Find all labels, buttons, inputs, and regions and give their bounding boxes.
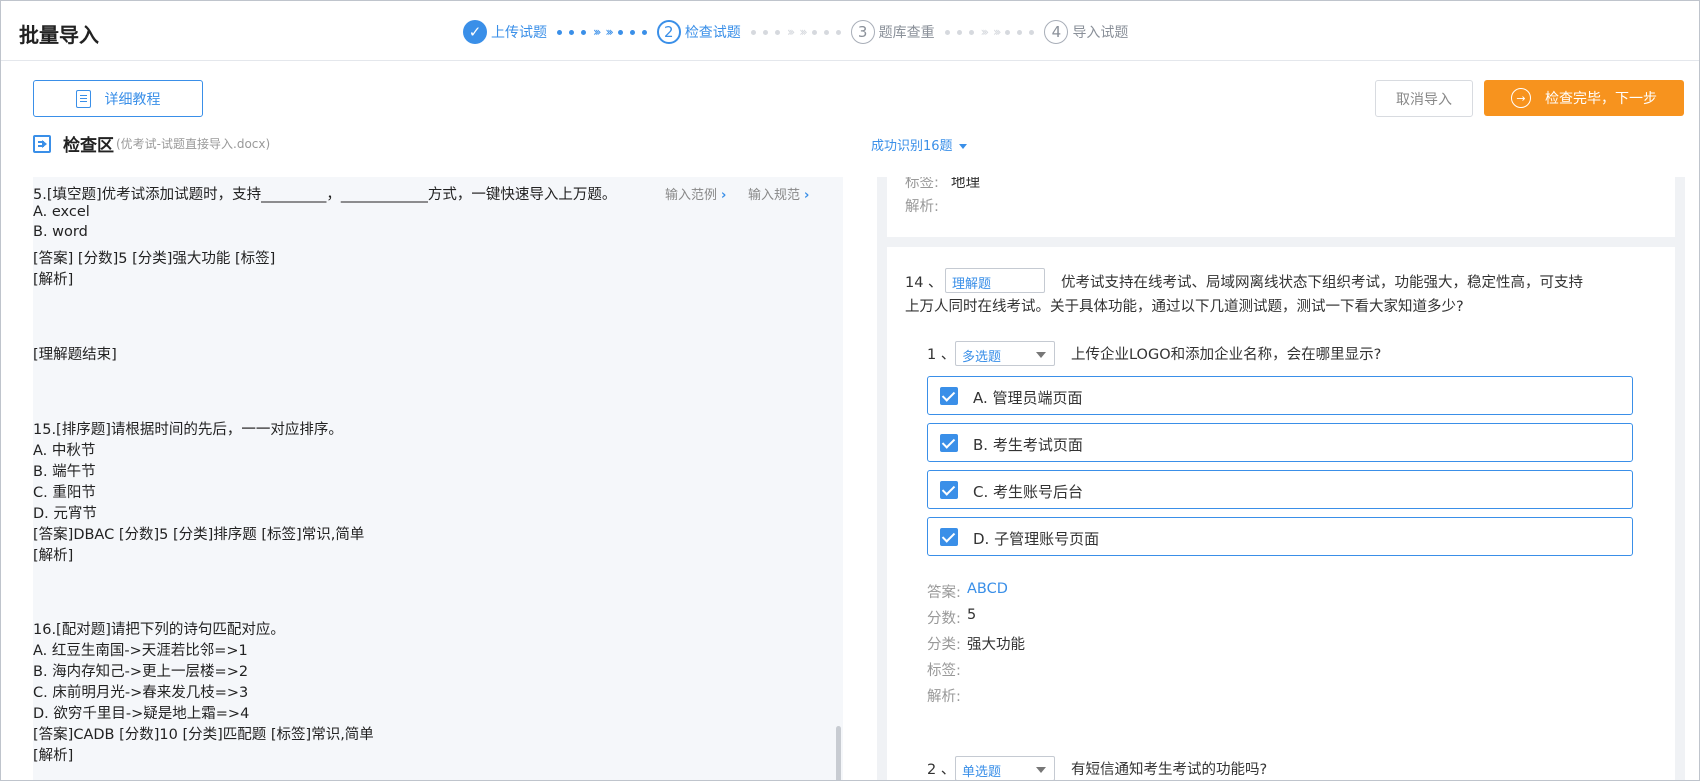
- editor-line: [解析]: [33, 548, 74, 564]
- tag-label: 标签:: [905, 177, 939, 191]
- editor-line: D. 元宵节: [33, 506, 97, 522]
- step-connector: ››› ›››: [944, 25, 1035, 39]
- sub-question-text: 有短信通知考生考试的功能吗?: [1071, 762, 1268, 778]
- page-title: 批量导入: [19, 23, 99, 47]
- next-step-label: 检查完毕，下一步: [1545, 91, 1657, 107]
- input-rules-link[interactable]: 输入规范 ›: [748, 184, 809, 203]
- editor-line: 15.[排序题]请根据时间的先后，一一对应排序。: [33, 422, 343, 438]
- editor-line: [解析]: [33, 272, 74, 288]
- question-number: 14 、: [905, 275, 943, 291]
- step-upload: ✓ 上传试题: [463, 20, 547, 44]
- book-icon: [75, 89, 91, 108]
- step-import: 4 导入试题: [1044, 20, 1128, 44]
- step-indicator: ✓ 上传试题 ››› ››› 2 检查试题 ››› ››› 3 题库查重 ›››…: [463, 19, 1128, 45]
- tag-value: 地理: [951, 177, 980, 191]
- tutorial-button[interactable]: 详细教程: [33, 80, 203, 117]
- question-card: 14 、 理解题 优考试支持在线考试、局域网离线状态下组织考试，功能强大，稳定性…: [887, 247, 1675, 780]
- question-card: 标签: 地理 解析:: [887, 177, 1675, 237]
- collapse-panel-icon[interactable]: [33, 134, 51, 153]
- checkbox-checked-icon[interactable]: [940, 481, 958, 499]
- step-number: 4: [1044, 20, 1069, 44]
- arrow-right-icon: →: [1511, 88, 1531, 108]
- step-number: 2: [656, 20, 681, 44]
- question-preview-panel: 标签: 地理 解析: 14 、 理解题 优考试支持在线考试、局域网离线状态下组织…: [877, 177, 1685, 780]
- editor-line: [答案] [分数]5 [分类]强大功能 [标签]: [33, 251, 276, 267]
- tutorial-label: 详细教程: [104, 91, 161, 108]
- editor-line: C. 床前明月光->春来发几枝=>3: [33, 685, 249, 701]
- analysis-label: 解析:: [927, 689, 961, 705]
- step-label: 上传试题: [491, 25, 547, 41]
- double-chevron-icon: ›››: [786, 25, 796, 39]
- caret-down-icon: [1036, 767, 1046, 773]
- editor-line: [解析]: [33, 748, 74, 764]
- step-label: 导入试题: [1072, 25, 1129, 41]
- editor-line: B. 海内存知己->更上一层楼=>2: [33, 664, 249, 680]
- editor-line: [理解题结束]: [33, 347, 117, 363]
- question-text-editor[interactable]: 5.[填空题]优考试添加试题时，支持_________，____________…: [33, 177, 843, 780]
- option-b[interactable]: B. 考生考试页面: [927, 423, 1633, 462]
- tag-label: 标签:: [927, 663, 961, 679]
- recognition-count-dropdown[interactable]: 成功识别16题: [871, 135, 967, 154]
- check-icon: ✓: [463, 20, 487, 44]
- editor-line: C. 重阳节: [33, 485, 96, 501]
- checkbox-checked-icon[interactable]: [940, 434, 958, 452]
- chevron-right-icon: ›: [721, 188, 727, 203]
- category-label: 分类:: [927, 637, 961, 653]
- editor-line: A. 中秋节: [33, 443, 96, 459]
- double-chevron-icon: ›››: [593, 25, 602, 39]
- step-number: 3: [850, 20, 875, 44]
- step-label: 题库查重: [878, 25, 935, 41]
- file-name: (优考试-试题直接导入.docx): [116, 137, 271, 151]
- editor-line: 5.[填空题]优考试添加试题时，支持_________，____________…: [33, 187, 617, 203]
- step-dedupe: 3 题库查重: [850, 20, 935, 44]
- answer-value: ABCD: [967, 581, 1008, 597]
- answer-label: 答案:: [927, 585, 961, 601]
- question-text: 上万人同时在线考试。关于具体功能，通过以下几道测试题，测试一下看大家知道多少?: [905, 299, 1464, 315]
- header: 批量导入 ✓ 上传试题 ››› ››› 2 检查试题 ››› ››› 3 题库查…: [1, 1, 1699, 61]
- score-label: 分数:: [927, 611, 961, 627]
- analysis-label: 解析:: [905, 199, 939, 215]
- step-label: 检查试题: [684, 25, 741, 41]
- editor-line: [答案]CADB [分数]10 [分类]匹配题 [标签]常识,简单: [33, 727, 374, 743]
- app-window: 批量导入 ✓ 上传试题 ››› ››› 2 检查试题 ››› ››› 3 题库查…: [0, 0, 1700, 781]
- caret-down-icon: [1036, 352, 1046, 358]
- check-area-title: 检查区: [63, 136, 114, 156]
- step-connector: ››› ›››: [557, 25, 647, 39]
- double-chevron-icon: ›››: [799, 25, 808, 39]
- option-d[interactable]: D. 子管理账号页面: [927, 517, 1633, 556]
- recognition-count: 成功识别16题: [871, 139, 953, 154]
- editor-line: B. word: [33, 224, 88, 240]
- double-chevron-icon: ›››: [980, 25, 990, 39]
- question-type-select[interactable]: 多选题: [955, 341, 1055, 366]
- checkbox-checked-icon[interactable]: [940, 528, 958, 546]
- editor-scrollbar[interactable]: [836, 726, 841, 780]
- cancel-import-button[interactable]: 取消导入: [1375, 80, 1473, 117]
- option-a[interactable]: A. 管理员端页面: [927, 376, 1633, 415]
- checkbox-checked-icon[interactable]: [940, 387, 958, 405]
- sub-question-number: 1 、: [927, 347, 956, 363]
- editor-line: [答案]DBAC [分数]5 [分类]排序题 [标签]常识,简单: [33, 527, 365, 543]
- option-c[interactable]: C. 考生账号后台: [927, 470, 1633, 509]
- question-type-select[interactable]: 单选题: [955, 756, 1055, 780]
- double-chevron-icon: ›››: [605, 25, 614, 39]
- double-chevron-icon: ›››: [993, 25, 1002, 39]
- sub-question-number: 2 、: [927, 762, 956, 778]
- input-example-link[interactable]: 输入范例 ›: [665, 184, 726, 203]
- sub-question-text: 上传企业LOGO和添加企业名称，会在哪里显示?: [1071, 347, 1382, 363]
- editor-line: 16.[配对题]请把下列的诗句匹配对应。: [33, 622, 285, 638]
- editor-line: A. excel: [33, 204, 90, 220]
- editor-line: D. 欲穷千里目->疑是地上霜=>4: [33, 706, 250, 722]
- question-text: 优考试支持在线考试、局域网离线状态下组织考试，功能强大，稳定性高，可支持: [1061, 275, 1583, 291]
- check-area-header: 检查区 (优考试-试题直接导入.docx): [33, 131, 270, 156]
- question-type-input[interactable]: 理解题: [945, 268, 1045, 293]
- category-value: 强大功能: [967, 637, 1025, 653]
- score-value: 5: [967, 607, 977, 623]
- step-check: 2 检查试题: [656, 20, 741, 44]
- caret-down-icon: [958, 144, 967, 149]
- editor-line: A. 红豆生南国->天涯若比邻=>1: [33, 643, 248, 659]
- chevron-right-icon: ›: [804, 188, 810, 203]
- next-step-button[interactable]: → 检查完毕，下一步: [1484, 80, 1684, 116]
- editor-line: B. 端午节: [33, 464, 96, 480]
- step-connector: ››› ›››: [750, 25, 841, 39]
